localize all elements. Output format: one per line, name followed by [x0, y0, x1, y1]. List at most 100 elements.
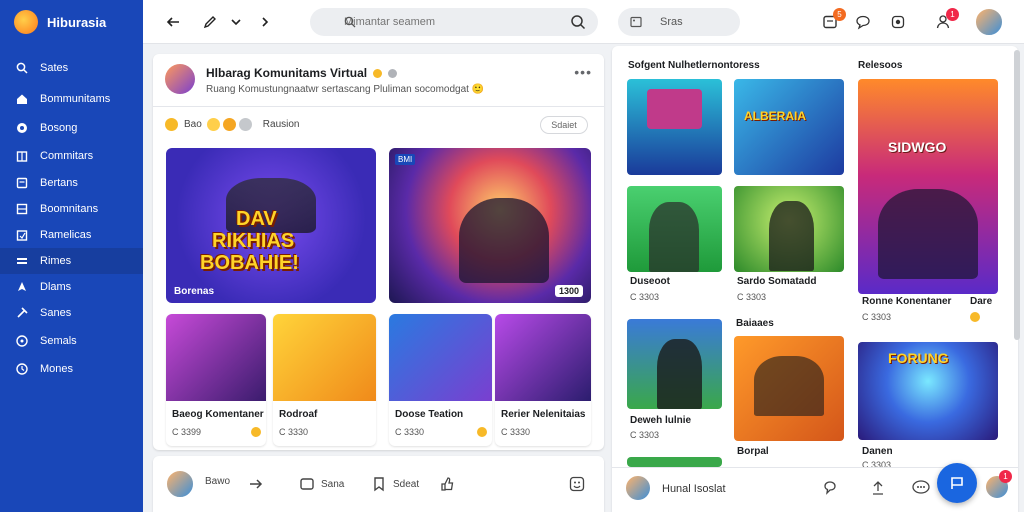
filter-pill[interactable]: Sras: [618, 8, 740, 36]
bookmark-icon: [16, 177, 28, 189]
content-tile-partial[interactable]: [627, 457, 722, 467]
rocket-icon: [16, 281, 28, 293]
card-image: [495, 314, 591, 401]
chat-dots-icon: [912, 480, 930, 494]
user-avatar[interactable]: [165, 469, 195, 499]
sidebar-item-ramelicas[interactable]: Ramelicas: [0, 222, 143, 248]
tile-caption: Duseoot: [630, 276, 670, 287]
messages-badge: 5: [833, 8, 846, 21]
emoji-button[interactable]: [569, 476, 591, 492]
community-card[interactable]: Rerier Nelenitaias C 3330: [495, 314, 591, 446]
reply-button[interactable]: [822, 480, 838, 501]
share-button[interactable]: [248, 476, 270, 492]
share-button[interactable]: [870, 480, 886, 501]
tile-label: Borenas: [174, 286, 215, 297]
sidebar-item-commitars[interactable]: Commitars: [0, 143, 143, 169]
sidebar-item-label: Mones: [40, 363, 74, 375]
sidebar-item-boomnitans[interactable]: Boomnitans: [0, 196, 143, 222]
card-image: [389, 314, 492, 401]
content-tile[interactable]: [627, 319, 722, 409]
person-image: [657, 339, 702, 409]
tile-chip: 1300: [554, 285, 583, 297]
arrow-left-icon: [166, 17, 179, 27]
action-bar: Bawo Sana Sdeat: [153, 456, 604, 512]
sidebar-item-bosong[interactable]: Bosong: [0, 115, 143, 141]
tile-caption: Danen: [862, 446, 893, 457]
content-tile[interactable]: ALBERAIA: [734, 79, 844, 175]
chevron-right-icon: [262, 17, 269, 27]
search-bar[interactable]: [310, 8, 598, 36]
like-button[interactable]: [439, 476, 461, 492]
sidebar-item-label: Bosong: [40, 122, 78, 134]
badge-button[interactable]: [888, 12, 908, 32]
banner-line-1: DAV: [236, 208, 277, 230]
search-input[interactable]: [344, 16, 544, 28]
section-title: Sofgent Nulhetlernontoress: [628, 60, 760, 71]
card-meta: C 3330: [395, 427, 425, 437]
featured-tile-2[interactable]: BMI 1300: [389, 148, 591, 303]
tile-meta: C 3303: [862, 312, 892, 322]
chevron-down-icon: [231, 19, 241, 26]
chat-avatar[interactable]: 1: [984, 470, 1012, 500]
edit-button[interactable]: [200, 12, 220, 32]
featured-tall-tile[interactable]: SIDWGO: [858, 79, 998, 294]
sidebar-item-rimes[interactable]: Rimes: [0, 248, 143, 274]
section-title-2: Relesoos: [858, 60, 903, 71]
back-button[interactable]: [163, 12, 183, 32]
sidebar-item-sates[interactable]: Sates: [0, 55, 143, 81]
tile-tag: BMI: [395, 154, 416, 165]
building-icon: [16, 150, 28, 162]
messages-button[interactable]: 5: [820, 8, 846, 32]
chat-button[interactable]: [912, 480, 930, 501]
community-card[interactable]: Doose Teation C 3330: [389, 314, 492, 446]
upload-icon: [873, 481, 883, 495]
search-submit-icon[interactable]: [570, 14, 586, 30]
community-card[interactable]: Rodroaf C 3330: [273, 314, 376, 446]
more-options-icon[interactable]: •••: [574, 64, 592, 80]
sidebar-item-bommunitams[interactable]: Bommunitams: [0, 86, 143, 112]
card-title: Rerier Nelenitaias: [501, 409, 586, 420]
sidebar-item-semals[interactable]: Semals: [0, 328, 143, 354]
card-meta: C 3330: [279, 427, 309, 437]
profile-avatar[interactable]: [974, 7, 1004, 37]
action-sana[interactable]: Sana: [299, 476, 344, 492]
action-sdeat[interactable]: Sdeat: [371, 476, 419, 492]
post-subtitle: Ruang Komustungnaatwr sertascang Plulima…: [206, 84, 485, 95]
flag-icon: [951, 477, 963, 489]
brand-logo-icon: [14, 10, 38, 34]
sidebar-item-mones[interactable]: Mones: [0, 356, 143, 382]
sidebar-item-dlams[interactable]: Dlams: [0, 274, 143, 300]
gray-icon: [238, 118, 252, 131]
scrollbar[interactable]: [1014, 50, 1020, 340]
reaction-button[interactable]: Sdaiet: [540, 116, 588, 134]
notifications-button[interactable]: 1: [933, 8, 959, 32]
sidebar-item-label: Ramelicas: [40, 229, 92, 241]
chat-button[interactable]: [853, 12, 873, 32]
user-avatar[interactable]: [624, 474, 652, 502]
content-tile[interactable]: [734, 336, 844, 441]
chat-badge: 1: [999, 470, 1012, 483]
brand[interactable]: Hiburasia: [0, 0, 143, 44]
forward-button[interactable]: [255, 12, 275, 32]
content-tile[interactable]: [627, 186, 722, 272]
compose-button[interactable]: [937, 463, 977, 503]
post-author-avatar[interactable]: [165, 64, 195, 94]
sidebar-item-bertans[interactable]: Bertans: [0, 170, 143, 196]
community-card[interactable]: Baeog Komentaner C 3399: [166, 314, 266, 446]
status-dot-icon: [388, 69, 398, 79]
chat-bubble-icon: [856, 15, 870, 30]
dropdown-button[interactable]: [226, 12, 246, 32]
action-bawo[interactable]: Bawo: [205, 476, 230, 487]
content-tile[interactable]: FORUNG: [858, 342, 998, 440]
gallery-icon: [300, 478, 314, 490]
featured-tile-1[interactable]: DAV RIKHIAS BOBAHIE! Borenas: [166, 148, 376, 303]
right-panel: Sofgent Nulhetlernontoress Relesoos Duse…: [612, 46, 1018, 512]
content-tile[interactable]: [734, 186, 844, 272]
post-title-text: Hlbarag Komunitams Virtual: [206, 66, 368, 80]
card-title: Rodroaf: [279, 409, 318, 420]
footer-name: Hunal Isoslat: [662, 483, 726, 495]
list-icon: [16, 255, 28, 267]
content-tile[interactable]: [627, 79, 722, 175]
sidebar-item-sanes[interactable]: Sanes: [0, 300, 143, 326]
reaction-label: Bao: [184, 119, 202, 130]
